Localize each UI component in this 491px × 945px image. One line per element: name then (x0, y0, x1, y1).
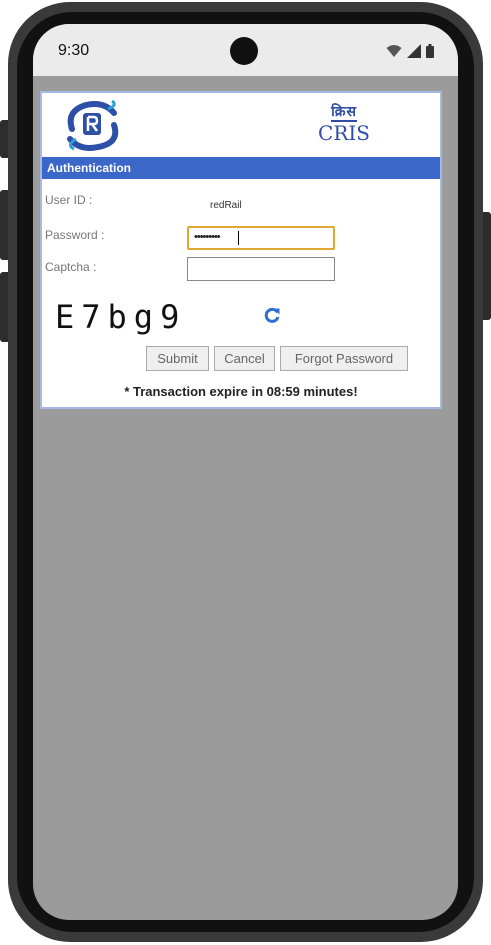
mute-button (0, 120, 8, 158)
cris-hindi-text: क्रिस (331, 104, 357, 122)
status-icons (386, 43, 434, 59)
logo-row: क्रिस CRIS (42, 93, 440, 156)
volume-up-button (0, 190, 8, 260)
password-label: Password : (45, 228, 105, 242)
forgot-password-button[interactable]: Forgot Password (280, 346, 408, 371)
front-camera (230, 37, 258, 65)
authentication-header: Authentication (42, 157, 440, 179)
cris-text: CRIS (318, 121, 370, 145)
refresh-icon[interactable] (263, 306, 281, 324)
captcha-input[interactable] (187, 257, 335, 281)
status-time: 9:30 (58, 42, 90, 59)
signal-icon (407, 44, 421, 58)
screen: 9:30 क्रिस CRIS Authentication User ID:… (33, 24, 458, 920)
irctc-logo (67, 99, 119, 151)
user-id-label: User ID : (45, 193, 93, 207)
authentication-panel: क्रिस CRIS Authentication User ID : redR… (40, 91, 442, 409)
volume-down-button (0, 272, 8, 342)
cancel-button[interactable]: Cancel (214, 346, 275, 371)
password-value: ••••••••• (194, 231, 221, 243)
transaction-expire-notice: * Transaction expire in 08:59 minutes! (124, 384, 358, 399)
wifi-icon (386, 45, 402, 57)
battery-icon (426, 44, 434, 58)
power-button (483, 212, 491, 320)
cris-logo: क्रिस CRIS (309, 103, 379, 144)
captcha-label: Captcha : (45, 260, 97, 274)
status-bar: 9:30 (33, 24, 458, 76)
text-caret (238, 231, 239, 245)
phone-frame: 9:30 क्रिस CRIS Authentication User ID:… (0, 0, 491, 945)
password-field[interactable]: ••••••••• (187, 226, 335, 250)
captcha-image: E7bg9 (55, 298, 187, 336)
submit-button[interactable]: Submit (146, 346, 209, 371)
user-id-value: redRail (210, 200, 242, 211)
